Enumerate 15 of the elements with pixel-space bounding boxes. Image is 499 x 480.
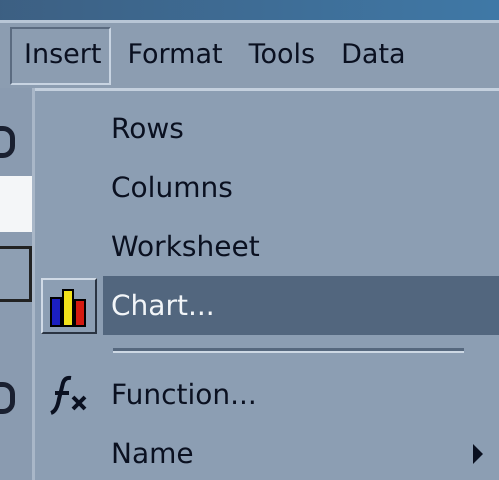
menu-item[interactable]: Name bbox=[103, 424, 499, 480]
menu-item[interactable]: Worksheet bbox=[103, 217, 499, 276]
menu-bar-item[interactable]: Insert bbox=[10, 26, 112, 84]
menu-bar-item[interactable]: Tools bbox=[234, 26, 326, 84]
menu-item[interactable]: Chart... bbox=[103, 276, 499, 335]
input-field[interactable] bbox=[0, 176, 32, 232]
cut-off-glyph-icon bbox=[0, 126, 15, 158]
menu-item[interactable]: Rows bbox=[103, 99, 499, 158]
menu-bar-item[interactable]: Data bbox=[327, 26, 416, 84]
menu-bar-item[interactable]: Format bbox=[113, 26, 233, 84]
toolbar-button[interactable] bbox=[0, 246, 32, 302]
menu-item[interactable]: Function... bbox=[103, 365, 499, 424]
cut-off-glyph-icon bbox=[0, 382, 15, 414]
submenu-arrow-icon bbox=[471, 442, 485, 466]
menu-item[interactable]: Columns bbox=[103, 158, 499, 217]
